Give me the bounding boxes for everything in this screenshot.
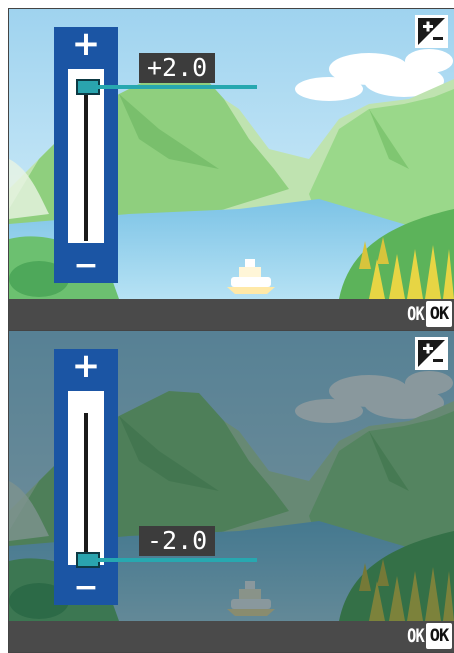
slider-minus-icon[interactable]: − [54, 251, 118, 281]
slider-track[interactable] [84, 413, 88, 563]
ok-hint-text: OK [407, 625, 425, 647]
ev-value-label: +2.0 [139, 53, 216, 83]
status-bar: OK OK [9, 299, 454, 330]
ok-hint-text: OK [407, 303, 425, 325]
slider-plus-icon[interactable]: + [54, 27, 118, 61]
status-bar: OK OK [9, 621, 454, 652]
value-leader-line [96, 85, 257, 89]
ev-slider[interactable]: + − [54, 27, 118, 283]
ev-slider[interactable]: + − [54, 349, 118, 605]
value-leader-line [96, 558, 257, 562]
ok-button[interactable]: OK [426, 301, 452, 327]
slider-track[interactable] [84, 91, 88, 241]
ev-screen-minus: + − -2.0 OK OK [8, 330, 454, 653]
ev-value-label: -2.0 [139, 526, 216, 556]
exposure-compensation-icon [415, 337, 448, 370]
ev-screen-plus: + − +2.0 OK OK [8, 8, 454, 331]
slider-minus-icon[interactable]: − [54, 573, 118, 603]
ok-button[interactable]: OK [426, 623, 452, 649]
exposure-compensation-icon [415, 15, 448, 48]
slider-plus-icon[interactable]: + [54, 349, 118, 383]
